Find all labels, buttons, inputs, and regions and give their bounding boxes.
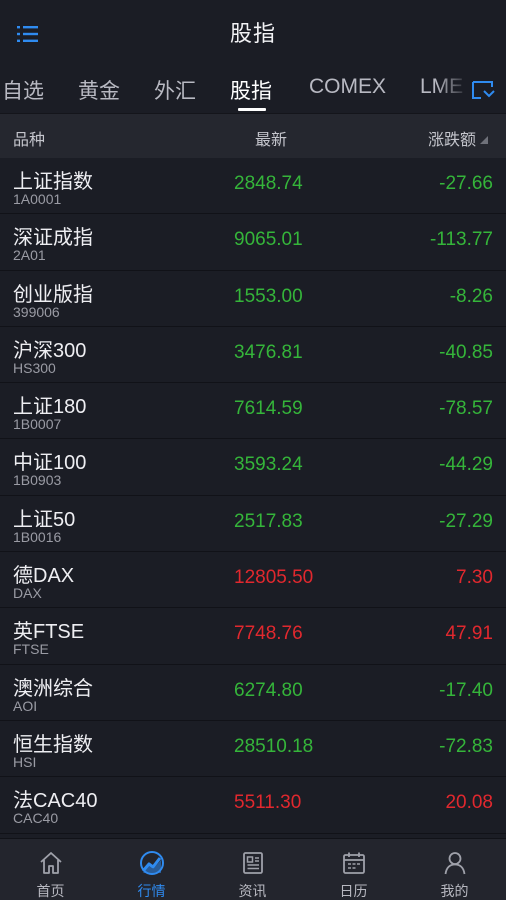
index-change: 7.30: [456, 567, 493, 589]
index-price: 6274.80: [234, 679, 303, 701]
index-code: FTSE: [13, 641, 49, 658]
index-code: 1A0001: [13, 191, 62, 207]
index-code: 399006: [13, 303, 60, 320]
index-price: 3593.24: [234, 454, 303, 476]
index-change: -17.40: [439, 679, 493, 701]
active-tab-indicator: [238, 108, 266, 111]
column-price-header: 最新: [255, 132, 288, 149]
index-code: HSI: [13, 753, 37, 770]
nav-market-label: 行情: [137, 883, 166, 899]
index-row[interactable]: 创业版指 399006 1553.00 -8.26: [0, 270, 506, 327]
index-change: 47.91: [445, 623, 493, 645]
bottom-nav: 首页 行情 资讯 日历 我的: [0, 838, 506, 900]
index-code: CAC40: [13, 810, 59, 827]
tab-comex[interactable]: COMEX: [309, 75, 386, 99]
index-price: 12805.50: [234, 567, 314, 589]
index-row[interactable]: 法CAC40 CAC40 5511.30 20.08: [0, 777, 506, 834]
tab-watchlist[interactable]: 自选: [2, 75, 44, 105]
column-header: 品种 最新 涨跌额: [0, 114, 506, 158]
index-price: 2848.74: [234, 173, 303, 194]
index-row[interactable]: 恒生指数 HSI 28510.18 -72.83: [0, 720, 506, 778]
index-row[interactable]: 英FTSE FTSE 7748.76 47.91: [0, 608, 506, 665]
index-row[interactable]: 德DAX DAX 12805.50 7.30: [0, 552, 506, 609]
nav-news[interactable]: 资讯: [202, 839, 303, 900]
nav-profile[interactable]: 我的: [404, 839, 505, 900]
index-code: 1B0903: [13, 472, 62, 489]
index-change: -27.66: [439, 173, 493, 194]
index-change: -27.29: [439, 510, 493, 532]
index-name: 中证100: [13, 452, 87, 475]
index-name: 上证指数: [13, 171, 93, 193]
news-icon: [242, 852, 263, 874]
index-name: 上证180: [13, 396, 87, 419]
index-price: 5511.30: [234, 792, 302, 814]
index-price: 28510.18: [234, 735, 314, 757]
nav-profile-label: 我的: [440, 883, 469, 899]
index-price: 3476.81: [234, 341, 303, 363]
nav-home[interactable]: 首页: [0, 839, 101, 900]
index-code: DAX: [13, 585, 42, 602]
home-icon: [39, 852, 62, 874]
menu-button[interactable]: [14, 20, 44, 48]
nav-market[interactable]: 行情: [101, 839, 202, 900]
top-header: 股指: [0, 0, 506, 64]
index-row[interactable]: 上证50 1B0016 2517.83 -27.29: [0, 495, 506, 553]
index-name: 沪深300: [13, 339, 87, 362]
index-name: 英FTSE: [13, 621, 85, 644]
index-change: 20.08: [445, 792, 493, 814]
index-name: 德DAX: [13, 565, 75, 588]
page-title: 股指: [229, 21, 276, 46]
tab-expand-icon: [472, 81, 495, 99]
index-code: HS300: [13, 359, 56, 376]
index-row[interactable]: 澳洲综合 AOI 6274.80 -17.40: [0, 664, 506, 721]
nav-calendar-label: 日历: [339, 883, 368, 899]
index-row[interactable]: 上证180 1B0007 7614.59 -78.57: [0, 383, 506, 440]
index-code: AOI: [13, 697, 38, 714]
column-change-header[interactable]: 涨跌额: [428, 126, 476, 150]
index-code: 2A01: [13, 247, 46, 264]
index-name: 恒生指数: [13, 733, 93, 756]
profile-icon: [444, 852, 465, 875]
nav-news-label: 资讯: [238, 883, 267, 899]
index-name: 上证50: [13, 508, 76, 531]
index-list: 上证指数 1A0001 2848.74 -27.66 深证成指 2A01 9065.01 -1…: [0, 158, 506, 834]
index-price: 7748.76: [234, 623, 303, 645]
index-name: 法CAC40: [13, 790, 98, 813]
index-change: -72.83: [439, 735, 493, 757]
index-code: 1B0007: [13, 416, 62, 433]
index-row[interactable]: 沪深300 HS300 3476.81 -40.85: [0, 326, 506, 384]
index-change: -40.85: [439, 341, 493, 363]
index-price: 9065.01: [234, 229, 303, 251]
index-name: 澳洲综合: [13, 677, 93, 700]
sort-triangle-icon[interactable]: [480, 136, 488, 144]
index-change: -44.29: [439, 454, 493, 476]
nav-calendar[interactable]: 日历: [303, 839, 404, 900]
column-name-header: 品种: [13, 132, 46, 149]
index-row[interactable]: 上证指数 1A0001 2848.74 -27.66: [0, 158, 506, 215]
index-code: 1B0016: [13, 528, 62, 545]
calendar-icon: [342, 852, 365, 874]
tab-forex[interactable]: 外汇: [154, 75, 196, 105]
index-name: 深证成指: [13, 227, 93, 250]
market-chart-icon: [139, 851, 164, 875]
index-change: -8.26: [449, 285, 493, 307]
index-row[interactable]: 中证100 1B0903 3593.24 -44.29: [0, 439, 506, 496]
index-change: -113.77: [429, 229, 493, 251]
index-price: 2517.83: [234, 510, 303, 532]
tab-stock-index[interactable]: 股指: [230, 75, 272, 105]
index-price: 7614.59: [234, 398, 303, 420]
index-name: 创业版指: [13, 283, 93, 306]
nav-home-label: 首页: [36, 883, 65, 899]
category-tabs: 自选 黄金 外汇 股指 COMEX LME: [0, 64, 506, 114]
tabs-more-button[interactable]: [470, 78, 498, 104]
list-menu-icon: [17, 26, 38, 42]
tab-gold[interactable]: 黄金: [78, 75, 120, 105]
index-price: 1553.00: [234, 285, 303, 307]
index-change: -78.57: [439, 398, 493, 420]
index-row[interactable]: 深证成指 2A01 9065.01 -113.77: [0, 214, 506, 271]
